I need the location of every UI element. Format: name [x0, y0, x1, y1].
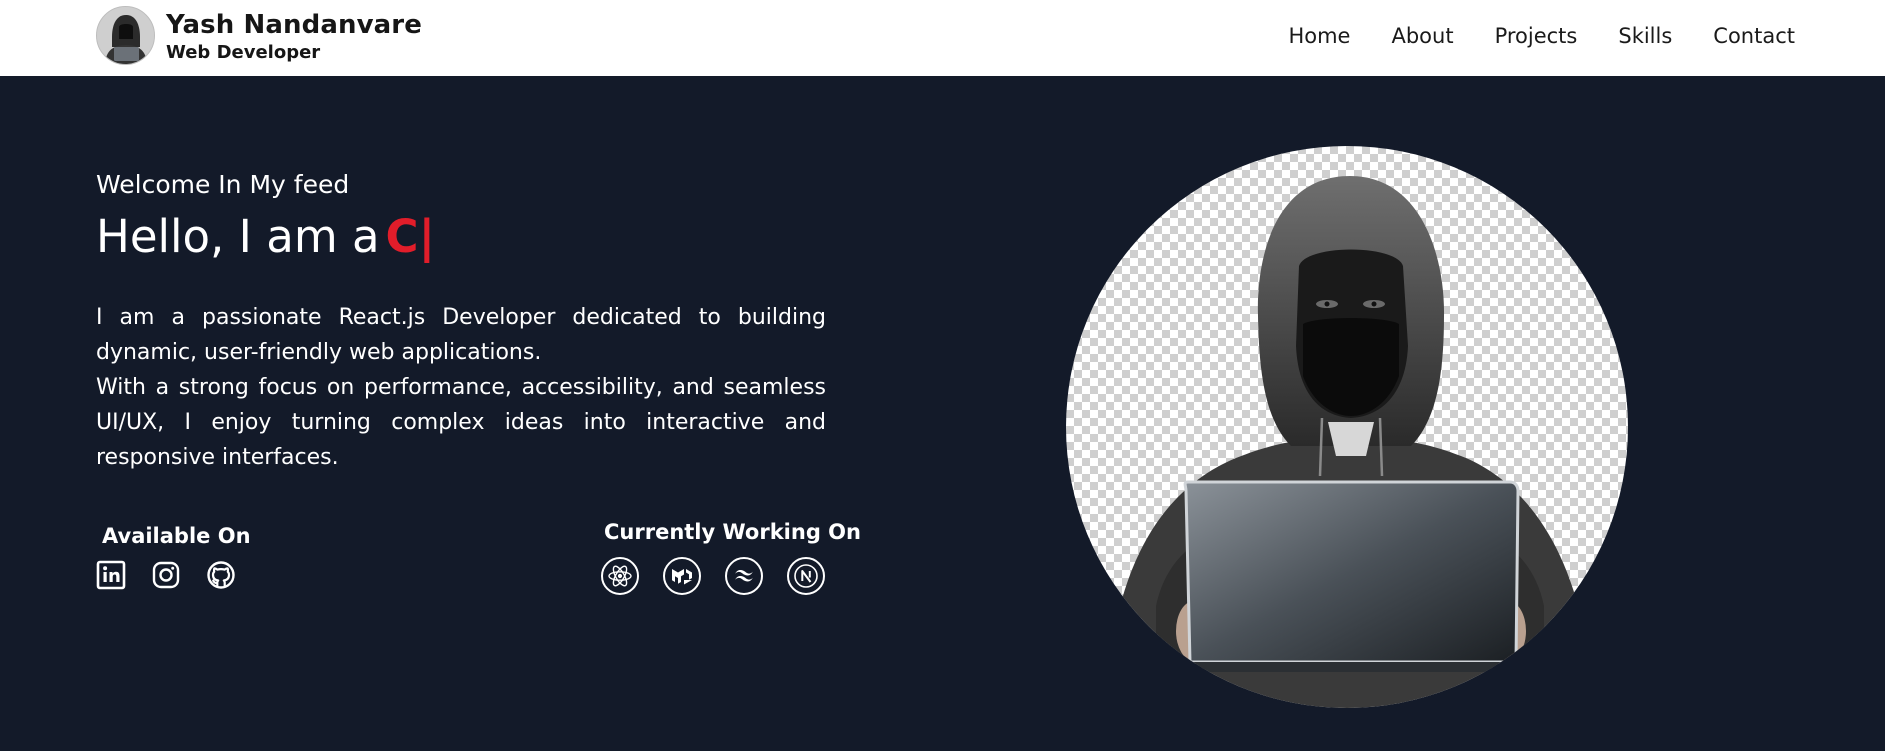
hero-description: I am a passionate React.js Developer ded… [96, 300, 826, 475]
description-paragraph: With a strong focus on performance, acce… [96, 375, 826, 470]
hooded-hacker-avatar-icon [97, 7, 154, 64]
top-navbar: Yash Nandanvare Web Developer Home About… [0, 0, 1885, 76]
nav-link-about[interactable]: About [1391, 20, 1453, 52]
nav-link-skills[interactable]: Skills [1618, 20, 1672, 52]
nextjs-badge [787, 557, 825, 595]
avatar [96, 6, 155, 65]
brand[interactable]: Yash Nandanvare Web Developer [96, 6, 422, 65]
nav-link-home[interactable]: Home [1288, 20, 1350, 52]
react-icon [608, 565, 632, 587]
site-owner-role: Web Developer [166, 41, 321, 63]
typed-role-text: C| [385, 210, 436, 263]
tech-stack [601, 557, 849, 595]
linkedin-icon[interactable] [96, 560, 126, 590]
welcome-text: Welcome In My feed [96, 170, 350, 199]
hooded-hacker-with-laptop-image [1106, 176, 1594, 708]
hero-heading: Hello, I am a C| [96, 208, 435, 266]
available-on-heading: Available On [102, 524, 251, 548]
instagram-icon[interactable] [151, 560, 181, 590]
mui-badge [663, 557, 701, 595]
site-owner-name: Yash Nandanvare [166, 9, 422, 40]
github-icon[interactable] [206, 560, 236, 590]
description-paragraph: I am a passionate React.js Developer ded… [96, 305, 826, 365]
hero-heading-static: Hello, I am a [96, 210, 380, 263]
nextjs-icon [794, 564, 818, 588]
currently-working-on-heading: Currently Working On [604, 520, 861, 544]
main-nav: Home About Projects Skills Contact [1247, 20, 1795, 52]
nav-link-contact[interactable]: Contact [1713, 20, 1795, 52]
tailwind-icon [735, 570, 753, 582]
react-badge [601, 557, 639, 595]
mui-icon [672, 569, 692, 585]
nav-link-projects[interactable]: Projects [1495, 20, 1578, 52]
tailwind-badge [725, 557, 763, 595]
social-links [96, 560, 261, 590]
hero-portrait [1066, 146, 1628, 708]
